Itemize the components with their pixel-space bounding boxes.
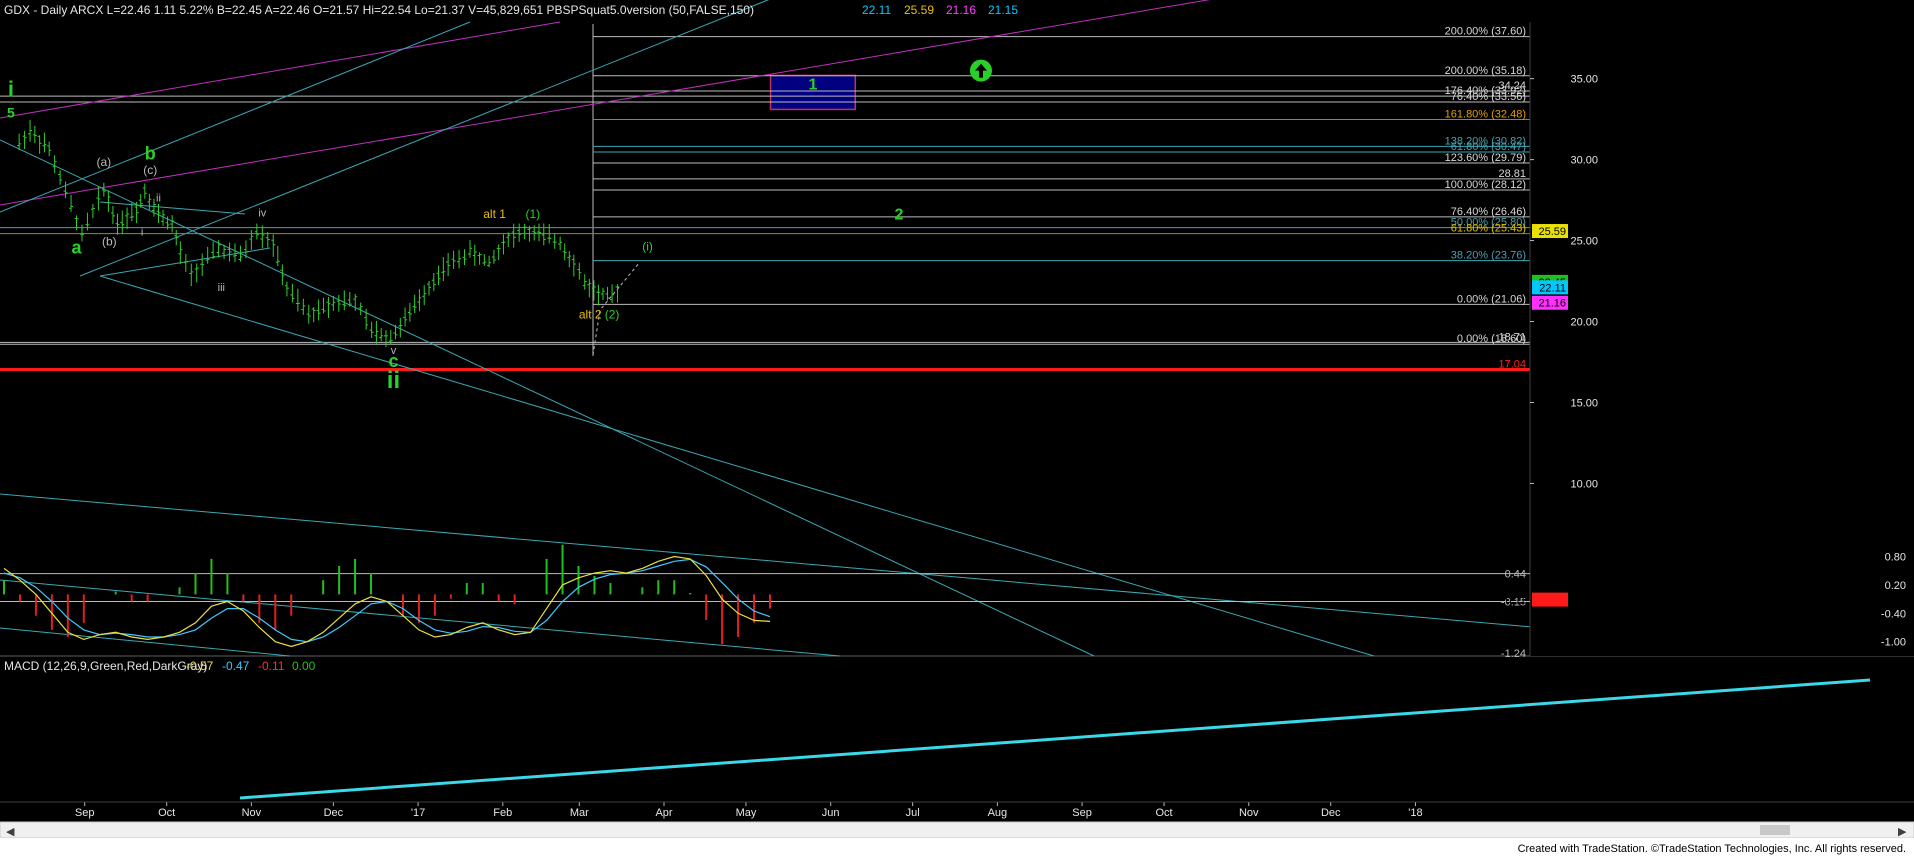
symbol-info: GDX - Daily ARCX L=22.46 1.11 5.22% B=22… <box>4 3 754 17</box>
wave-label: 5 <box>7 105 15 121</box>
level-label: 17.04 <box>1498 358 1526 370</box>
price-tag-label: 25.59 <box>1538 226 1566 238</box>
x-tick-label: '17 <box>411 807 425 819</box>
scrollbar-thumb[interactable] <box>1760 825 1790 835</box>
wave-label: (i) <box>642 239 653 253</box>
wave-label: a <box>72 238 83 258</box>
macd-level-label: 0.44 <box>1505 569 1526 581</box>
x-tick-label: Mar <box>570 807 589 819</box>
scroll-left-icon[interactable]: ◀ <box>6 826 15 838</box>
macd-avg-value: -0.47 <box>222 659 250 673</box>
level-label: 161.80% (32.48) <box>1445 108 1526 120</box>
wave-label: ii <box>156 193 161 205</box>
macd-zero-value: 0.00 <box>292 659 316 673</box>
macd-title: MACD (12,26,9,Green,Red,DarkGray) <box>4 659 207 673</box>
wave-label: alt 2 <box>579 307 602 321</box>
macd-diff-value: -0.11 <box>258 659 285 673</box>
macd-y-tick-label: 0.20 <box>1885 580 1906 592</box>
macd-y-tick-label: 0.80 <box>1885 552 1906 564</box>
x-tick-label: Apr <box>655 807 672 819</box>
indicator-value-2: 25.59 <box>904 3 934 17</box>
footer-credit: Created with TradeStation. ©TradeStation… <box>1518 843 1906 855</box>
price-chart: 200.00% (37.60)200.00% (35.18)34.24176.4… <box>0 0 1914 856</box>
macd-value: -0.57 <box>186 659 214 673</box>
level-label: 0.00% (18.60) <box>1457 333 1526 345</box>
wave-label: iii <box>218 282 225 294</box>
wave-label: alt 1 <box>483 207 506 221</box>
wave-label: (b) <box>102 234 117 248</box>
x-tick-label: Feb <box>493 807 512 819</box>
macd-y-tick-label: -1.00 <box>1881 637 1906 649</box>
x-tick-label: Sep <box>1072 807 1092 819</box>
wave-label: iv <box>258 207 266 219</box>
wave-label: 2 <box>895 207 904 224</box>
indicator-value-3: 21.16 <box>946 3 976 17</box>
wave-label: i <box>8 76 14 101</box>
level-label: 123.60% (29.79) <box>1445 152 1526 164</box>
wave-label: (a) <box>96 155 111 169</box>
macd-level-label: -0.11 <box>1502 595 1526 607</box>
macd-tag <box>1532 592 1568 607</box>
level-label: 100.00% (28.12) <box>1445 179 1526 191</box>
y-tick-label: 20.00 <box>1570 317 1598 329</box>
x-tick-label: May <box>736 807 757 819</box>
x-tick-label: Nov <box>1239 807 1259 819</box>
target-box-label: 1 <box>808 76 817 93</box>
level-label: 200.00% (35.18) <box>1445 65 1526 77</box>
x-tick-label: Aug <box>988 807 1008 819</box>
chart-header: GDX - Daily ARCX L=22.46 1.11 5.22% B=22… <box>4 3 1018 17</box>
y-tick-label: 25.00 <box>1570 236 1598 248</box>
x-tick-label: Sep <box>75 807 95 819</box>
horizontal-scrollbar[interactable]: ◀ ▶ <box>0 821 1914 839</box>
level-label: 38.20% (23.76) <box>1451 250 1526 262</box>
indicator-value-1: 22.11 <box>862 3 891 17</box>
wave-label: b <box>145 144 156 164</box>
indicator-value-4: 21.15 <box>988 3 1018 17</box>
x-tick-label: '18 <box>1408 807 1422 819</box>
price-axis-bg <box>1530 22 1914 656</box>
macd-level-label: -1.24 <box>1501 648 1526 660</box>
macd-y-tick-label: -0.40 <box>1881 608 1906 620</box>
level-label: 76.40% (33.56) <box>1451 91 1526 103</box>
x-tick-label: Jun <box>822 807 840 819</box>
wave-label: (1) <box>526 207 541 221</box>
scroll-right-icon[interactable]: ▶ <box>1898 826 1907 838</box>
y-tick-label: 35.00 <box>1570 74 1598 86</box>
y-tick-label: 15.00 <box>1570 397 1598 409</box>
wave-label: i <box>141 227 143 239</box>
level-label: 0.00% (21.06) <box>1457 293 1526 305</box>
price-tag-label: 21.16 <box>1538 298 1566 310</box>
x-tick-label: Oct <box>1155 807 1172 819</box>
level-label: 200.00% (37.60) <box>1445 26 1526 38</box>
x-tick-label: Dec <box>324 807 344 819</box>
macd-header: MACD (12,26,9,Green,Red,DarkGray) -0.57 … <box>4 659 316 673</box>
wave-label: (2) <box>605 307 620 321</box>
y-tick-label: 30.00 <box>1570 155 1598 167</box>
x-tick-label: Nov <box>242 807 262 819</box>
y-tick-label: 10.00 <box>1570 478 1598 490</box>
x-tick-label: Dec <box>1321 807 1341 819</box>
wave-label: (c) <box>143 163 157 177</box>
x-tick-label: Oct <box>158 807 175 819</box>
wave-label: ii <box>387 367 400 394</box>
price-tag-label: 22.11 <box>1539 282 1566 294</box>
level-label: 61.80% (25.43) <box>1451 223 1526 235</box>
x-tick-label: Jul <box>906 807 920 819</box>
